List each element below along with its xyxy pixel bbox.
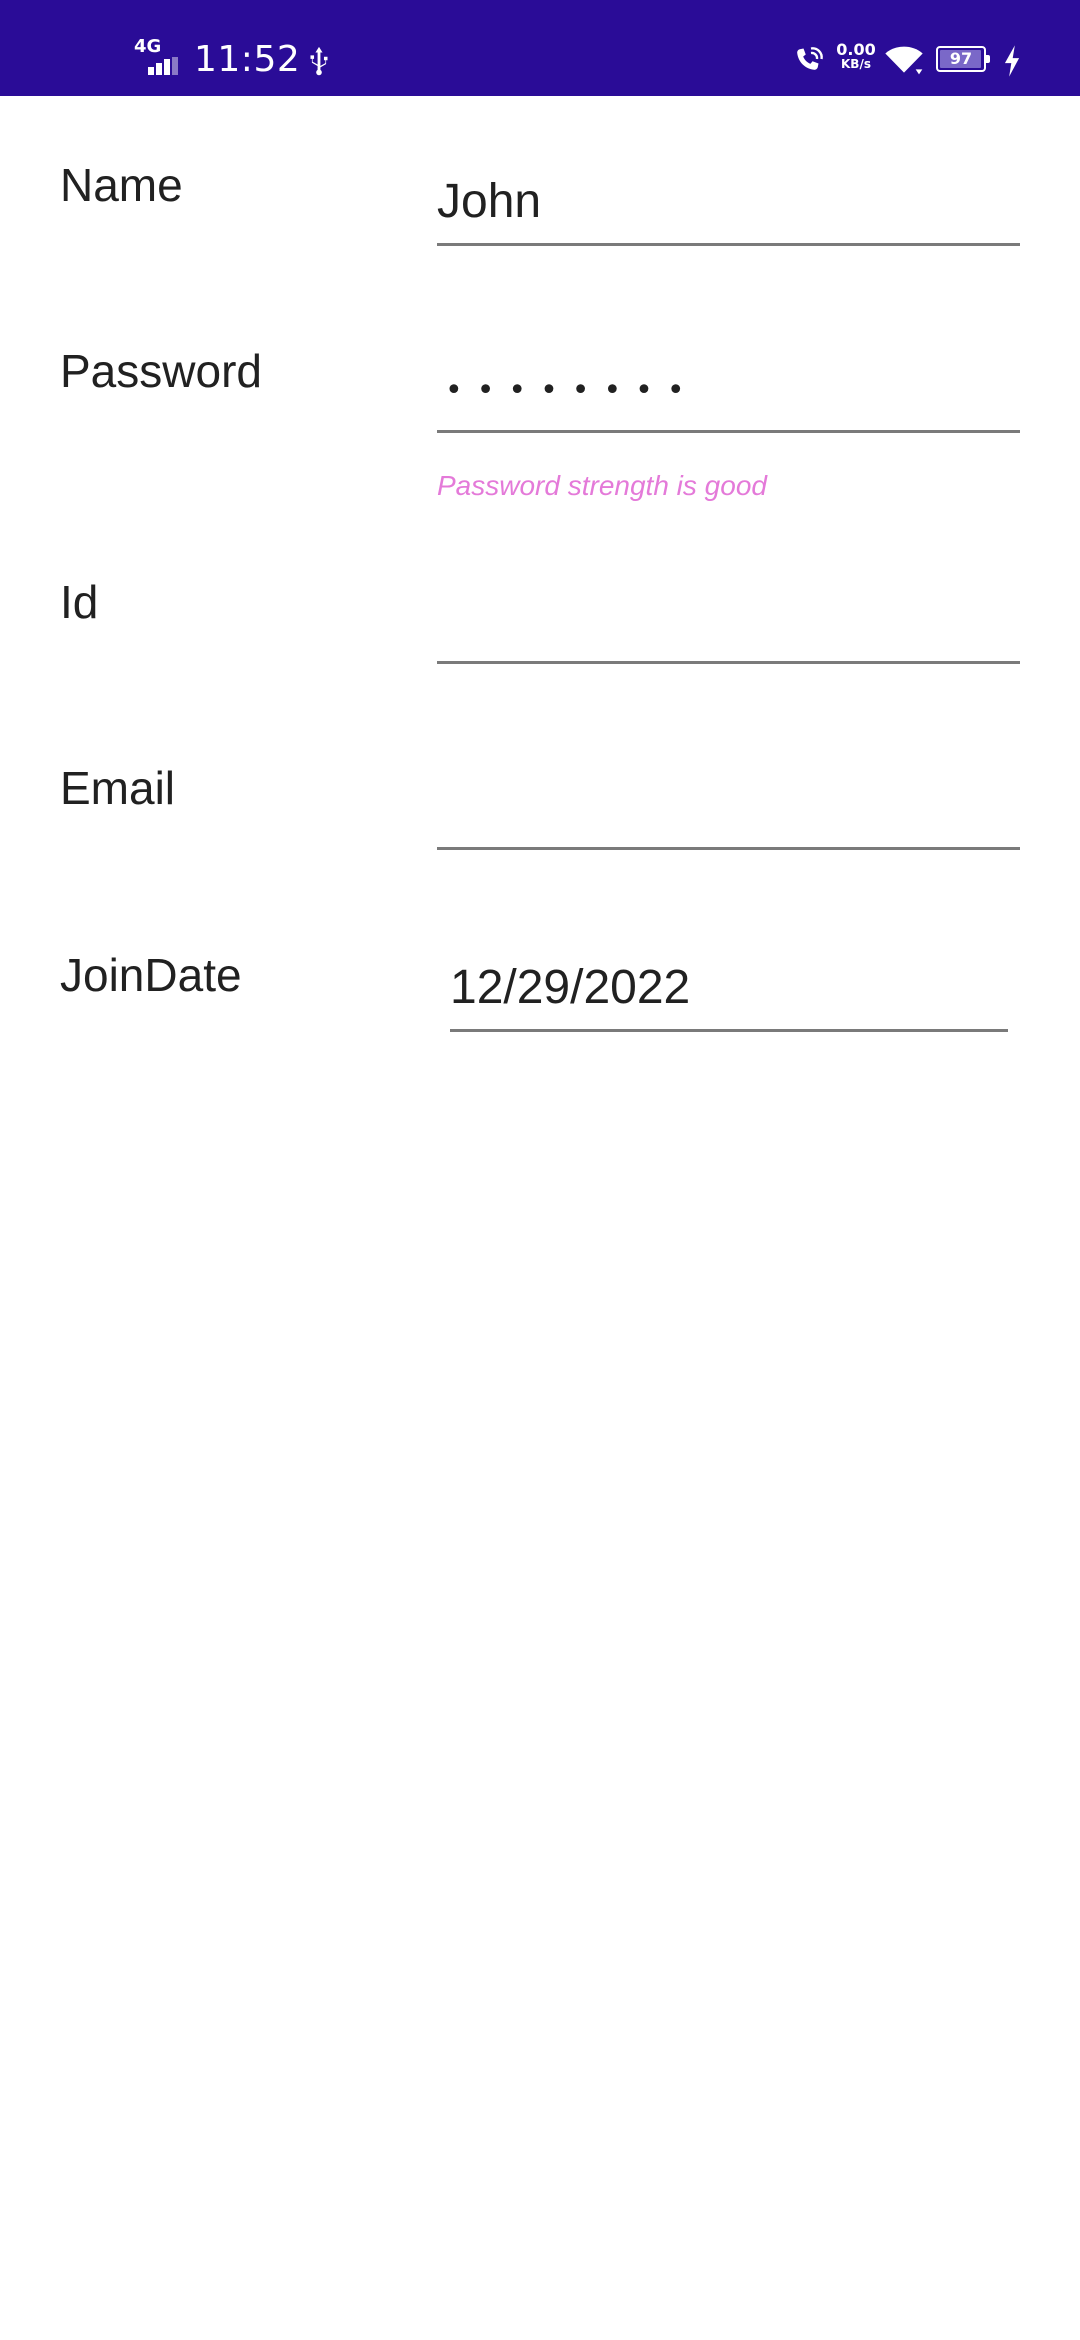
- password-value: ••••••••: [445, 373, 699, 408]
- password-strength-hint: Password strength is good: [437, 470, 767, 501]
- status-bar: 4G 11:52 0.00 KB/s 97: [0, 0, 1080, 96]
- email-input[interactable]: [437, 756, 1020, 850]
- join-date-label: JoinDate: [60, 949, 242, 1001]
- id-label: Id: [60, 576, 99, 628]
- network-speed: 0.00 KB/s: [836, 42, 876, 72]
- wifi-calling-icon: [797, 47, 823, 70]
- id-input[interactable]: [437, 570, 1020, 664]
- status-time: 11:52: [194, 39, 301, 80]
- name-label: Name: [60, 159, 183, 211]
- speed-unit: KB/s: [841, 57, 871, 71]
- join-date-value: 12/29/2022: [450, 961, 691, 1014]
- password-input[interactable]: ••••••••: [437, 339, 1020, 433]
- battery-icon: 97: [936, 46, 990, 72]
- name-input[interactable]: John: [437, 152, 1020, 246]
- password-label: Password: [60, 345, 262, 397]
- name-value: John: [437, 175, 542, 228]
- network-type: 4G: [134, 36, 162, 57]
- wifi-icon: [885, 46, 923, 75]
- speed-value: 0.00: [836, 40, 876, 59]
- charging-icon: [1004, 45, 1020, 77]
- join-date-picker[interactable]: 12/29/2022: [450, 938, 1008, 1032]
- battery-level: 97: [949, 49, 973, 68]
- signal-icon: 4G: [134, 38, 186, 78]
- usb-icon: [310, 46, 328, 76]
- email-label: Email: [60, 762, 176, 814]
